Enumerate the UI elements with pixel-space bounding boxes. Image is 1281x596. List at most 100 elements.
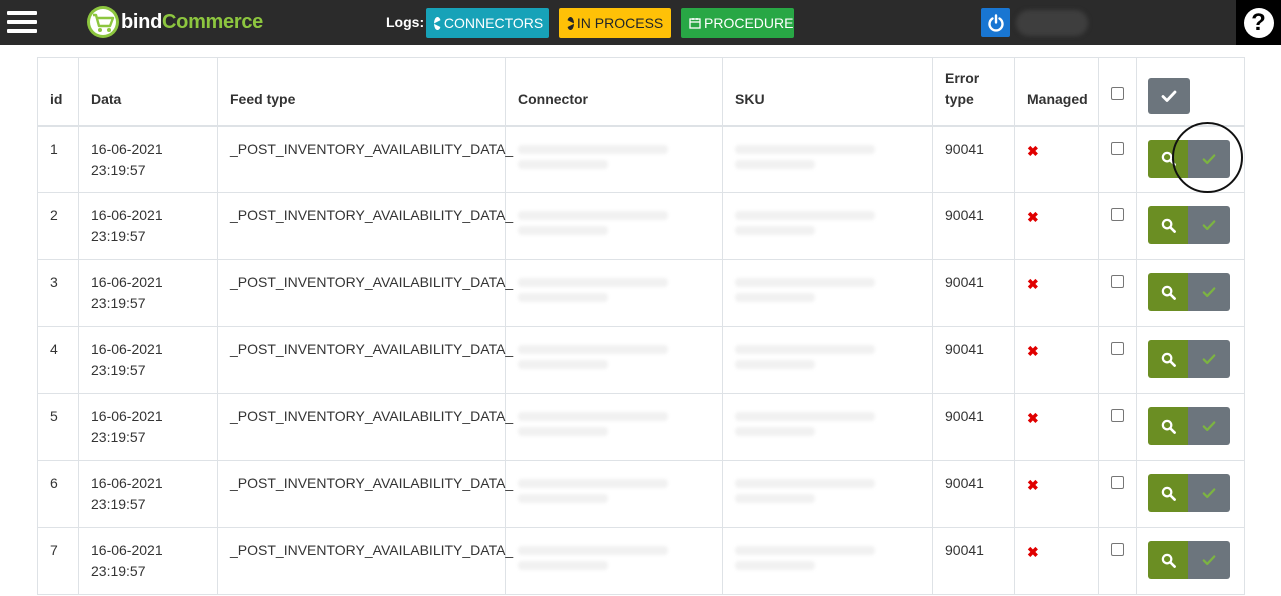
cell-select (1098, 393, 1137, 461)
cell-feed-type: _POST_INVENTORY_AVAILABILITY_DATA_ (217, 326, 513, 394)
cell-id: 2 (37, 192, 79, 260)
cell-managed: ✖ (1014, 125, 1099, 193)
cell-managed: ✖ (1014, 393, 1099, 461)
view-button[interactable] (1148, 206, 1188, 244)
cell-id: 1 (37, 125, 79, 193)
cell-actions (1136, 460, 1245, 528)
cell-error-type: 90041 (932, 192, 1015, 260)
cell-actions (1136, 326, 1245, 394)
cell-feed-type: _POST_INVENTORY_AVAILABILITY_DATA_ (217, 527, 513, 595)
cell-managed: ✖ (1014, 460, 1099, 528)
table-row: 3 16-06-2021 23:19:57 _POST_INVENTORY_AVA… (37, 259, 1245, 327)
user-avatar[interactable] (1016, 10, 1088, 36)
cell-data: 16-06-2021 23:19:57 (78, 460, 218, 528)
row-checkbox[interactable] (1111, 476, 1124, 489)
table-row: 1 16-06-2021 23:19:57 _POST_INVENTORY_AVA… (37, 125, 1245, 193)
times-icon: ✖ (1027, 209, 1039, 225)
view-button[interactable] (1148, 474, 1188, 512)
manage-button[interactable] (1188, 273, 1230, 311)
cell-connector (505, 125, 723, 193)
view-button[interactable] (1148, 407, 1188, 445)
search-icon (1161, 285, 1176, 300)
cell-date: 16-06-2021 (91, 207, 163, 223)
manage-button[interactable] (1188, 206, 1230, 244)
cell-sku (722, 192, 933, 260)
procedure-button-label: PROCEDURE (704, 15, 794, 31)
check-icon (1202, 421, 1216, 432)
header-feed-type: Feed type (217, 57, 506, 126)
row-action-group (1148, 340, 1232, 378)
header-id: id (37, 57, 79, 126)
view-button[interactable] (1148, 541, 1188, 579)
cell-data: 16-06-2021 23:19:57 (78, 259, 218, 327)
cell-select (1098, 326, 1137, 394)
row-checkbox[interactable] (1111, 543, 1124, 556)
cell-connector (505, 192, 723, 260)
view-button[interactable] (1148, 340, 1188, 378)
table-row: 2 16-06-2021 23:19:57 _POST_INVENTORY_AVA… (37, 192, 1245, 260)
power-icon[interactable] (981, 8, 1010, 37)
check-icon (1161, 90, 1177, 102)
row-action-group (1148, 273, 1232, 311)
cell-sku (722, 259, 933, 327)
row-checkbox[interactable] (1111, 409, 1124, 422)
manage-button[interactable] (1188, 340, 1230, 378)
header-bulk-action (1136, 57, 1245, 126)
view-button[interactable] (1148, 273, 1188, 311)
table-row: 4 16-06-2021 23:19:57 _POST_INVENTORY_AVA… (37, 326, 1245, 394)
header-sku: SKU (722, 57, 933, 126)
cell-date: 16-06-2021 (91, 274, 163, 290)
cell-date: 16-06-2021 (91, 341, 163, 357)
cell-select (1098, 460, 1137, 528)
shopping-cart-icon (87, 6, 119, 38)
search-icon (1161, 352, 1176, 367)
row-action-group (1148, 474, 1232, 512)
cell-actions (1136, 192, 1245, 260)
brand-logo[interactable]: bindCommerce (86, 5, 263, 39)
cell-actions (1136, 125, 1245, 193)
bulk-manage-button[interactable] (1148, 77, 1190, 114)
header-data: Data (78, 57, 218, 126)
search-icon (1161, 419, 1176, 434)
row-action-group (1148, 139, 1232, 178)
row-checkbox[interactable] (1111, 275, 1124, 288)
manage-button[interactable] (1188, 407, 1230, 445)
help-button[interactable]: ? (1236, 0, 1281, 45)
row-checkbox[interactable] (1111, 141, 1124, 155)
cell-error-type: 90041 (932, 460, 1015, 528)
cell-error-type: 90041 (932, 527, 1015, 595)
times-icon: ✖ (1027, 544, 1039, 560)
connectors-button[interactable]: ◀ CONNECTORS (426, 8, 549, 38)
in-process-button[interactable]: ▶ IN PROCESS (559, 8, 671, 38)
logs-table: id Data Feed type Connector SKU Error typ… (37, 57, 1245, 595)
cell-sku (722, 125, 933, 193)
row-checkbox[interactable] (1111, 342, 1124, 355)
check-icon (1202, 555, 1216, 566)
procedure-button[interactable]: PROCEDURE (681, 8, 794, 38)
select-all-checkbox[interactable] (1111, 86, 1124, 100)
header-connector: Connector (505, 57, 723, 126)
cell-feed-type: _POST_INVENTORY_AVAILABILITY_DATA_ (217, 393, 513, 461)
cell-feed-type: _POST_INVENTORY_AVAILABILITY_DATA_ (217, 259, 513, 327)
cell-actions (1136, 393, 1245, 461)
header-error-type-line2: type (945, 90, 974, 107)
check-icon (1202, 488, 1216, 499)
cell-actions (1136, 259, 1245, 327)
search-icon (1161, 486, 1176, 501)
cell-data: 16-06-2021 23:19:57 (78, 527, 218, 595)
cell-id: 6 (37, 460, 79, 528)
header-select-all (1098, 57, 1137, 126)
search-icon (1161, 553, 1176, 568)
cell-sku (722, 527, 933, 595)
row-action-group (1148, 407, 1232, 445)
view-button[interactable] (1148, 139, 1188, 178)
row-checkbox[interactable] (1111, 208, 1124, 221)
manage-button[interactable] (1188, 139, 1230, 178)
cell-actions (1136, 527, 1245, 595)
manage-button[interactable] (1188, 474, 1230, 512)
cell-data: 16-06-2021 23:19:57 (78, 192, 218, 260)
cell-feed-type: _POST_INVENTORY_AVAILABILITY_DATA_ (217, 125, 513, 193)
hamburger-menu-icon[interactable] (7, 11, 37, 33)
search-icon (1161, 151, 1176, 166)
manage-button[interactable] (1188, 541, 1230, 579)
